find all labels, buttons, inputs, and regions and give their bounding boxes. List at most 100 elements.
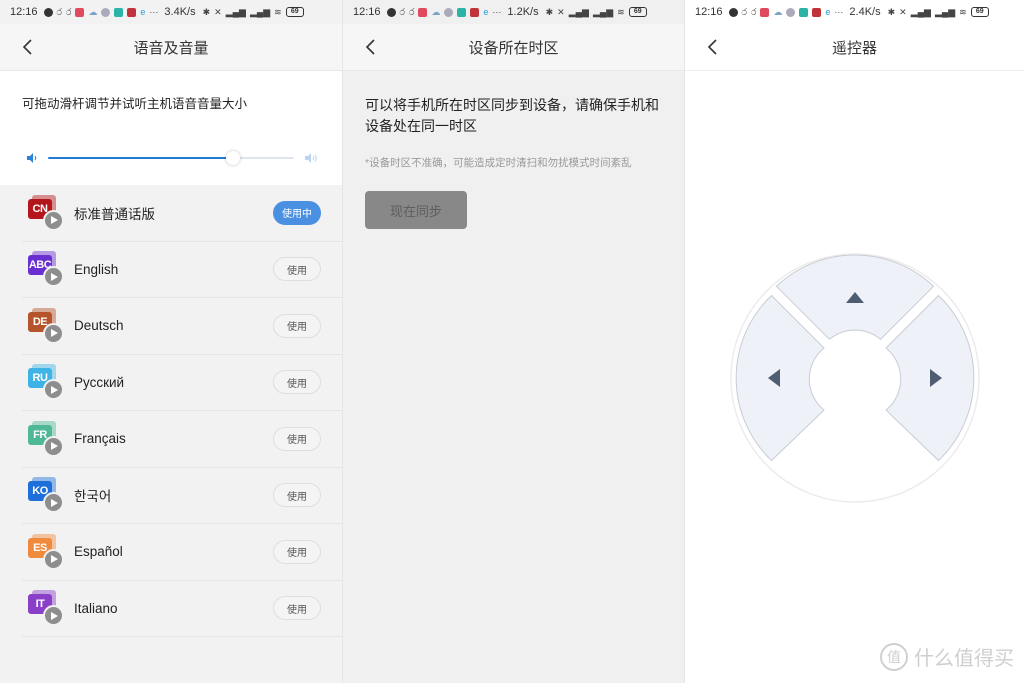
signal-icon: ▂▄▆ (934, 6, 956, 17)
remote-dpad (730, 253, 980, 503)
play-icon (50, 385, 58, 394)
shield-icon (43, 7, 53, 17)
status-bar: 12:16 ර ර ☁ e ··· 2.4K/s ✱ ✕ ▂▄▆ ▂▄▆ ≋ 6… (685, 0, 1024, 24)
chevron-left-icon (707, 39, 717, 55)
signal-icon: ▂▄▆ (910, 6, 931, 17)
status-bar: 12:16 ර ර ☁ e ··· 1.2K/s ✱ ✕ ▂▄▆ ▂▄▆ ≋ 6… (343, 0, 684, 24)
nav-bar: 语音及音量 (0, 24, 342, 71)
play-preview-button[interactable] (43, 209, 64, 231)
nav-bar: 遥控器 (685, 24, 1024, 71)
language-name: Español (74, 544, 123, 560)
in-use-button[interactable]: 使用中 (273, 200, 321, 225)
cloud-icon: ☁ (431, 6, 441, 17)
status-time: 12:16 (353, 6, 381, 18)
app-notification-icon (786, 7, 796, 17)
timezone-screen: 12:16 ර ර ☁ e ··· 1.2K/s ✱ ✕ ▂▄▆ ▂▄▆ ≋ 6… (342, 0, 684, 683)
voice-volume-screen: 12:16 ර ර ☁ e ··· 3.4K/s ✱ ✕ ▂▄▆ ▂▄▆ ≋ 6… (0, 0, 342, 683)
volume-slider-row (22, 150, 320, 166)
volume-slider[interactable] (48, 151, 294, 165)
language-item[interactable]: ABC English 使用 (22, 242, 342, 298)
play-preview-button[interactable] (43, 266, 64, 288)
weibo-icon: ර (399, 6, 405, 17)
battery-icon: 69 (285, 7, 304, 17)
play-icon (50, 442, 58, 451)
wifi-icon: ≋ (617, 6, 625, 17)
language-name: Русский (74, 374, 125, 390)
app-notification-icon (457, 7, 467, 17)
nav-bar: 设备所在时区 (343, 24, 684, 71)
timezone-description: 可以将手机所在时区同步到设备，请确保手机和设备处在同一时区 (365, 97, 659, 134)
back-button[interactable] (18, 37, 38, 57)
language-name: English (74, 261, 119, 277)
use-language-button[interactable]: 使用 (273, 483, 321, 508)
use-language-button[interactable]: 使用 (273, 370, 321, 395)
use-language-button[interactable]: 使用 (273, 596, 321, 621)
cloud-icon: ☁ (88, 6, 98, 17)
weibo-icon: ර (408, 6, 415, 17)
network-speed: 3.4K/s (164, 6, 196, 18)
weibo-icon: ර (56, 6, 62, 17)
play-preview-button[interactable] (43, 435, 64, 457)
back-button[interactable] (361, 37, 381, 57)
language-item[interactable]: CN 标准普通话版 使用中 (22, 185, 342, 242)
status-time: 12:16 (695, 6, 723, 18)
mute-icon: ✕ (899, 6, 907, 17)
status-time: 12:16 (10, 6, 38, 18)
cloud-icon: ☁ (773, 6, 783, 17)
language-flag-icon: KO (26, 475, 66, 515)
page-title: 语音及音量 (133, 39, 209, 57)
play-icon (50, 329, 58, 338)
play-icon (50, 498, 58, 507)
app-notification-icon (101, 7, 111, 17)
browser-icon: e (825, 7, 831, 17)
language-name: 한국어 (74, 489, 112, 505)
use-language-button[interactable]: 使用 (273, 426, 321, 451)
weibo-icon: ර (741, 6, 747, 17)
timezone-warning: *设备时区不准确，可能造成定时清扫和勿扰模式时间紊乱 (365, 157, 632, 169)
use-language-button[interactable]: 使用 (273, 313, 321, 338)
language-flag-icon: FR (26, 419, 66, 459)
language-item[interactable]: IT Italiano 使用 (22, 581, 342, 637)
play-preview-button[interactable] (43, 548, 64, 570)
watermark: 值 什么值得买 (880, 642, 1014, 671)
watermark-text: 什么值得买 (914, 648, 1014, 670)
more-icon: ··· (492, 7, 502, 17)
app-notification-icon (799, 7, 809, 17)
chevron-left-icon (22, 39, 32, 55)
app-notification-icon (114, 7, 124, 17)
use-language-button[interactable]: 使用 (273, 539, 321, 564)
app-notification-icon (444, 7, 454, 17)
wifi-icon: ≋ (274, 6, 282, 17)
language-item[interactable]: FR Français 使用 (22, 411, 342, 468)
volume-description: 可拖动滑杆调节并试听主机语音音量大小 (22, 97, 248, 111)
language-list: CN 标准普通话版 使用中 ABC English 使用 DE Deutsch 使用 RU Русс… (0, 185, 342, 637)
language-name: Italiano (74, 600, 118, 616)
language-flag-icon: RU (26, 362, 66, 402)
chevron-left-icon (365, 39, 375, 55)
status-bar: 12:16 ර ර ☁ e ··· 3.4K/s ✱ ✕ ▂▄▆ ▂▄▆ ≋ 6… (0, 0, 342, 24)
play-icon (50, 272, 58, 281)
play-icon (50, 611, 58, 620)
language-item[interactable]: DE Deutsch 使用 (22, 298, 342, 355)
play-preview-button[interactable] (43, 492, 64, 514)
language-flag-icon: IT (26, 588, 66, 628)
timezone-body: 可以将手机所在时区同步到设备，请确保手机和设备处在同一时区 *设备时区不准确，可… (343, 71, 684, 229)
play-preview-button[interactable] (43, 379, 64, 401)
language-item[interactable]: RU Русский 使用 (22, 355, 342, 411)
network-speed: 2.4K/s (849, 6, 881, 18)
volume-high-icon (305, 153, 317, 163)
back-button[interactable] (703, 37, 723, 57)
language-item[interactable]: ES Español 使用 (22, 524, 342, 581)
language-flag-icon: DE (26, 306, 66, 346)
language-item[interactable]: KO 한국어 使用 (22, 468, 342, 524)
play-preview-button[interactable] (43, 322, 64, 344)
volume-slider-thumb[interactable] (225, 151, 240, 165)
more-icon: ··· (834, 7, 844, 17)
sync-now-button[interactable]: 现在同步 (365, 191, 467, 229)
language-name: Deutsch (74, 318, 124, 334)
volume-card: 可拖动滑杆调节并试听主机语音音量大小 (0, 71, 342, 185)
bluetooth-icon: ✱ (887, 6, 896, 17)
use-language-button[interactable]: 使用 (273, 257, 321, 282)
play-preview-button[interactable] (43, 605, 64, 627)
battery-icon: 69 (628, 7, 647, 17)
